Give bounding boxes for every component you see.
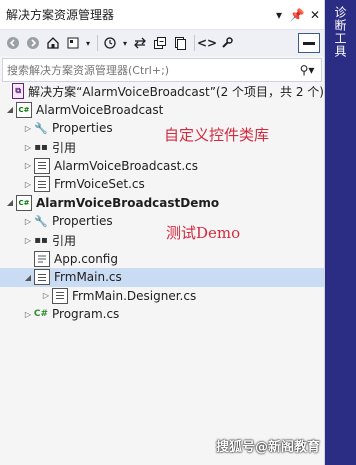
- collapsed-caret-icon[interactable]: ▷: [40, 291, 52, 300]
- collapsed-caret-icon[interactable]: ▷: [22, 236, 34, 245]
- form-file-icon: [34, 269, 50, 286]
- home-icon[interactable]: [44, 34, 62, 52]
- references-icon: ▪▪: [34, 141, 48, 153]
- properties-icon[interactable]: [218, 34, 236, 52]
- search-input[interactable]: [3, 62, 293, 78]
- auto-hide-icon[interactable]: [298, 33, 320, 53]
- panel-toolbar: ▾ ▾ <>: [0, 30, 324, 56]
- references-icon: ▪▪: [34, 234, 48, 246]
- watermark: 搜狐号@新阁教育: [216, 440, 321, 455]
- tree-row-file[interactable]: ▷ C# Program.cs: [0, 305, 324, 324]
- tree-row-project[interactable]: ◢ C# AlarmVoiceBroadcastDemo: [0, 194, 324, 213]
- tree-row-file[interactable]: ▷ FrmMain.Designer.cs: [0, 287, 324, 306]
- sync-icon[interactable]: [131, 34, 149, 52]
- dropdown-small-icon[interactable]: ▾: [121, 34, 129, 52]
- tree-row-config[interactable]: App.config: [0, 249, 324, 268]
- item-label: FrmMain.Designer.cs: [72, 288, 197, 303]
- dropdown-small-icon[interactable]: ▾: [84, 34, 92, 52]
- collapsed-caret-icon[interactable]: ▷: [22, 124, 34, 133]
- sidebar-tab-label[interactable]: 诊断工具: [332, 6, 349, 58]
- tree-row-file[interactable]: ▷ AlarmVoiceBroadcast.cs: [0, 156, 324, 175]
- history-icon[interactable]: [101, 34, 119, 52]
- dropdown-icon[interactable]: ▾: [270, 8, 288, 22]
- solution-tree: ⧉ 解决方案“AlarmVoiceBroadcast”(2 个项目，共 2 个)…: [0, 82, 324, 324]
- config-file-icon: [34, 250, 50, 267]
- show-all-files-icon[interactable]: [171, 34, 189, 52]
- tree-row-properties[interactable]: ▷ 🔧 Properties: [0, 119, 324, 138]
- tree-row-project[interactable]: ◢ C# AlarmVoiceBroadcast: [0, 101, 324, 120]
- solution-label: 解决方案“AlarmVoiceBroadcast”(2 个项目，共 2 个): [28, 84, 324, 99]
- csharp-project-icon: C#: [16, 194, 32, 211]
- tree-row-references[interactable]: ▷ ▪▪ 引用: [0, 138, 324, 157]
- panel-title: 解决方案资源管理器: [6, 8, 115, 22]
- forward-icon[interactable]: [24, 34, 42, 52]
- form-file-icon: [34, 176, 50, 193]
- item-label: Properties: [52, 121, 113, 136]
- tree-row-references[interactable]: ▷ ▪▪ 引用: [0, 231, 324, 250]
- item-label: App.config: [54, 251, 118, 266]
- item-label: FrmVoiceSet.cs: [54, 177, 145, 192]
- tree-row-file-selected[interactable]: ◢ FrmMain.cs: [0, 267, 324, 287]
- collapsed-caret-icon[interactable]: ▷: [22, 310, 34, 319]
- collapsed-caret-icon[interactable]: ▷: [22, 180, 34, 189]
- tree-row-properties[interactable]: ▷ 🔧 Properties: [0, 212, 324, 231]
- expanded-caret-icon[interactable]: ◢: [4, 105, 16, 114]
- toolbar-separator: [97, 35, 98, 51]
- panel-titlebar: 解决方案资源管理器 ▾ 📌 ✕: [0, 0, 324, 30]
- collapsed-caret-icon[interactable]: ▷: [22, 217, 34, 226]
- project-label: AlarmVoiceBroadcast: [36, 102, 164, 117]
- item-label: Program.cs: [52, 307, 120, 322]
- wrench-icon: 🔧: [34, 121, 48, 135]
- collapsed-caret-icon[interactable]: ▷: [22, 143, 34, 152]
- search-icon[interactable]: ⚲▾: [293, 63, 321, 77]
- csharp-file-icon: C#: [33, 309, 49, 320]
- tree-row-file[interactable]: ▷ FrmVoiceSet.cs: [0, 175, 324, 194]
- pin-icon[interactable]: 📌: [288, 8, 306, 22]
- item-label: Properties: [52, 214, 113, 229]
- solution-explorer-panel: 解决方案资源管理器 ▾ 📌 ✕ ▾ ▾ <> 搜索解决方案资源管理器(Ctrl+…: [0, 0, 325, 465]
- switch-views-icon[interactable]: [64, 34, 82, 52]
- wrench-icon: 🔧: [34, 214, 48, 228]
- item-label: 引用: [52, 140, 77, 155]
- search-box[interactable]: ⚲▾: [2, 58, 322, 82]
- tree-row-solution[interactable]: ⧉ 解决方案“AlarmVoiceBroadcast”(2 个项目，共 2 个): [0, 82, 324, 101]
- item-label: FrmMain.cs: [54, 270, 122, 285]
- collapse-all-icon[interactable]: [151, 34, 169, 52]
- back-icon[interactable]: [4, 34, 22, 52]
- toolbar-separator: [194, 35, 195, 51]
- csharp-project-icon: C#: [16, 101, 32, 118]
- close-icon[interactable]: ✕: [306, 8, 324, 22]
- annotation-demo: 测试Demo: [166, 224, 241, 242]
- collapsed-caret-icon[interactable]: ▷: [22, 161, 34, 170]
- solution-icon: ⧉: [12, 83, 25, 100]
- item-label: 引用: [52, 233, 77, 248]
- designer-file-icon: [52, 287, 68, 304]
- code-view-icon[interactable]: <>: [197, 34, 217, 52]
- component-file-icon: [34, 157, 50, 174]
- annotation-library: 自定义控件类库: [164, 126, 270, 144]
- diagnostic-tools-sidebar[interactable]: 诊断工具: [325, 0, 356, 465]
- expanded-caret-icon[interactable]: ◢: [4, 198, 16, 207]
- project-label: AlarmVoiceBroadcastDemo: [36, 195, 220, 210]
- expanded-caret-icon[interactable]: ◢: [22, 273, 34, 282]
- item-label: AlarmVoiceBroadcast.cs: [54, 158, 199, 173]
